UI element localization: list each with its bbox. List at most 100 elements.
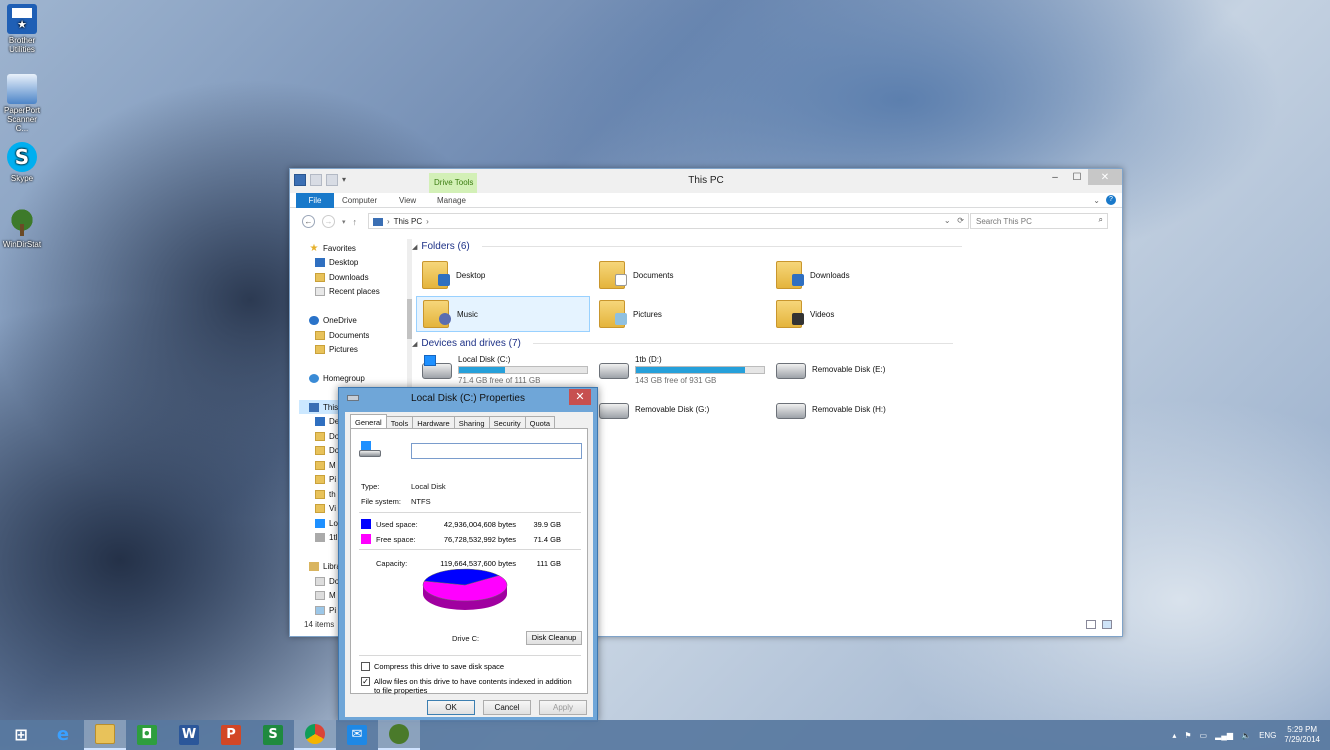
removable-drive-icon xyxy=(776,363,806,379)
drive-tile-d[interactable]: 1tb (D:) 143 GB free of 931 GB xyxy=(593,353,773,389)
folder-tile[interactable]: Pictures xyxy=(593,296,767,332)
brother-utilities-icon: ★ xyxy=(7,4,37,34)
nav-item[interactable]: Vi xyxy=(315,501,336,515)
drive-tile-h[interactable]: Removable Disk (H:) xyxy=(770,393,950,429)
index-checkbox[interactable]: ✓ xyxy=(361,677,370,686)
nav-desktop[interactable]: Desktop xyxy=(315,255,358,269)
devices-group-header[interactable]: ◢ Devices and drives (7) xyxy=(412,338,953,349)
flag-icon[interactable]: ⚑ xyxy=(1184,731,1191,740)
general-tab-panel: Type: Local Disk File system: NTFS Used … xyxy=(350,428,588,695)
explorer-title-bar[interactable]: ▾ Drive Tools This PC – ☐ ✕ xyxy=(290,169,1122,193)
drive-tile-g[interactable]: Removable Disk (G:) xyxy=(593,393,773,429)
address-dropdown-icon[interactable]: ⌄ xyxy=(944,216,951,225)
folder-tile[interactable]: Videos xyxy=(770,296,944,332)
ribbon-tabs: File Computer View Manage ⌄ ? xyxy=(290,193,1122,208)
nav-item[interactable]: M xyxy=(315,458,336,472)
collapse-icon[interactable]: ◢ xyxy=(412,340,417,348)
taskbar-presentation[interactable]: P xyxy=(210,720,252,750)
forward-button[interactable]: → xyxy=(322,215,335,228)
dialog-title: Local Disk (C:) Properties xyxy=(411,393,525,404)
drive-tile-c[interactable]: Local Disk (C:) 71.4 GB free of 111 GB xyxy=(416,353,596,389)
search-input[interactable]: Search This PC ⌕ xyxy=(970,213,1108,229)
index-label: Allow files on this drive to have conten… xyxy=(374,677,572,695)
nav-onedrive[interactable]: OneDrive xyxy=(309,313,357,327)
nav-item[interactable]: Lo xyxy=(315,516,338,530)
desktop-icon-brother-utilities[interactable]: ★ Brother Utilities xyxy=(2,4,42,54)
nav-item[interactable]: Pi xyxy=(315,472,336,486)
nav-item[interactable]: 1tl xyxy=(315,530,337,544)
nav-onedrive-pictures[interactable]: Pictures xyxy=(315,342,358,356)
nav-item[interactable]: th xyxy=(315,487,336,501)
nav-recent-places[interactable]: Recent places xyxy=(315,284,380,298)
network-icon[interactable]: ▂▄▆ xyxy=(1215,731,1233,740)
index-checkbox-row[interactable]: ✓ Allow files on this drive to have cont… xyxy=(361,677,579,695)
nav-item[interactable]: Do xyxy=(315,429,339,443)
language-indicator[interactable]: ENG xyxy=(1259,731,1276,740)
nav-item[interactable]: Do xyxy=(315,443,339,457)
clock[interactable]: 5:29 PM 7/29/2014 xyxy=(1284,725,1320,745)
volume-icon[interactable]: 🔈 xyxy=(1241,731,1251,740)
ok-button[interactable]: OK xyxy=(427,700,475,715)
taskbar-spreadsheet[interactable]: S xyxy=(252,720,294,750)
nav-onedrive-documents[interactable]: Documents xyxy=(315,328,369,342)
tab-general[interactable]: General xyxy=(350,414,387,429)
tab-view[interactable]: View xyxy=(399,193,416,208)
desktop-icon-skype[interactable]: S Skype xyxy=(2,142,42,183)
nav-item[interactable]: De xyxy=(315,414,339,428)
taskbar-word[interactable]: W xyxy=(168,720,210,750)
start-button[interactable]: ⊞ xyxy=(0,720,42,750)
folder-tile-selected[interactable]: Music xyxy=(416,296,590,332)
recent-locations-icon[interactable]: ▾ xyxy=(342,218,346,226)
tab-computer[interactable]: Computer xyxy=(342,193,377,208)
used-space-swatch xyxy=(361,519,371,529)
taskbar-mail[interactable]: ✉ xyxy=(336,720,378,750)
nav-libraries[interactable]: Libra xyxy=(309,559,341,573)
taskbar-file-explorer[interactable] xyxy=(84,720,126,750)
folder-tile[interactable]: Documents xyxy=(593,257,767,293)
maximize-button[interactable]: ☐ xyxy=(1066,169,1088,185)
drive-name-input[interactable] xyxy=(411,443,582,459)
desktop-icon-windirstat[interactable]: WinDirStat xyxy=(2,208,42,249)
minimize-button[interactable]: – xyxy=(1044,169,1066,185)
properties-dialog[interactable]: Local Disk (C:) Properties ✕ General Too… xyxy=(338,387,598,722)
folders-group-header[interactable]: ◢ Folders (6) xyxy=(412,241,962,252)
taskbar-chrome[interactable] xyxy=(294,720,336,750)
folder-tile[interactable]: Desktop xyxy=(416,257,590,293)
nav-item[interactable]: M xyxy=(315,588,336,602)
nav-item[interactable]: Do xyxy=(315,574,339,588)
close-button[interactable]: ✕ xyxy=(569,389,591,405)
refresh-icon[interactable]: ⟳ xyxy=(957,216,964,225)
details-view-icon[interactable] xyxy=(1086,620,1096,629)
nav-downloads[interactable]: Downloads xyxy=(315,270,369,284)
help-icon[interactable]: ? xyxy=(1106,195,1116,205)
apply-button[interactable]: Apply xyxy=(539,700,587,715)
taskbar-internet-explorer[interactable]: e xyxy=(42,720,84,750)
tab-manage[interactable]: Manage xyxy=(437,193,466,208)
disk-cleanup-button[interactable]: Disk Cleanup xyxy=(526,631,582,645)
compress-checkbox[interactable] xyxy=(361,662,370,671)
nav-favorites[interactable]: ★ Favorites xyxy=(309,241,356,255)
up-button[interactable]: ↑ xyxy=(353,217,358,227)
desktop-icon-label: Skype xyxy=(10,174,34,183)
nav-homegroup[interactable]: Homegroup xyxy=(309,371,365,385)
search-icon[interactable]: ⌕ xyxy=(1099,215,1103,225)
compress-checkbox-row[interactable]: Compress this drive to save disk space xyxy=(361,662,504,671)
free-space-label: Free space: xyxy=(376,535,416,544)
tab-file[interactable]: File xyxy=(296,193,334,208)
taskbar-windirstat[interactable] xyxy=(378,720,420,750)
cancel-button[interactable]: Cancel xyxy=(483,700,531,715)
drive-tile-e[interactable]: Removable Disk (E:) xyxy=(770,353,950,389)
drive-usage-fill xyxy=(636,367,745,373)
back-button[interactable]: ← xyxy=(302,215,315,228)
show-hidden-icons-icon[interactable]: ▴ xyxy=(1172,731,1176,740)
large-icons-view-icon[interactable] xyxy=(1102,620,1112,629)
collapse-icon[interactable]: ◢ xyxy=(412,243,417,251)
expand-ribbon-icon[interactable]: ⌄ xyxy=(1093,196,1100,205)
close-button[interactable]: ✕ xyxy=(1088,169,1122,185)
folder-tile[interactable]: Downloads xyxy=(770,257,944,293)
taskbar-app-green[interactable]: ◘ xyxy=(126,720,168,750)
display-icon[interactable]: ▭ xyxy=(1200,731,1208,740)
nav-item[interactable]: Pi xyxy=(315,603,336,617)
address-bar[interactable]: › This PC › ⌄ ⟳ xyxy=(368,213,969,229)
desktop-icon-paperport[interactable]: PaperPort Scanner C... xyxy=(2,74,42,133)
